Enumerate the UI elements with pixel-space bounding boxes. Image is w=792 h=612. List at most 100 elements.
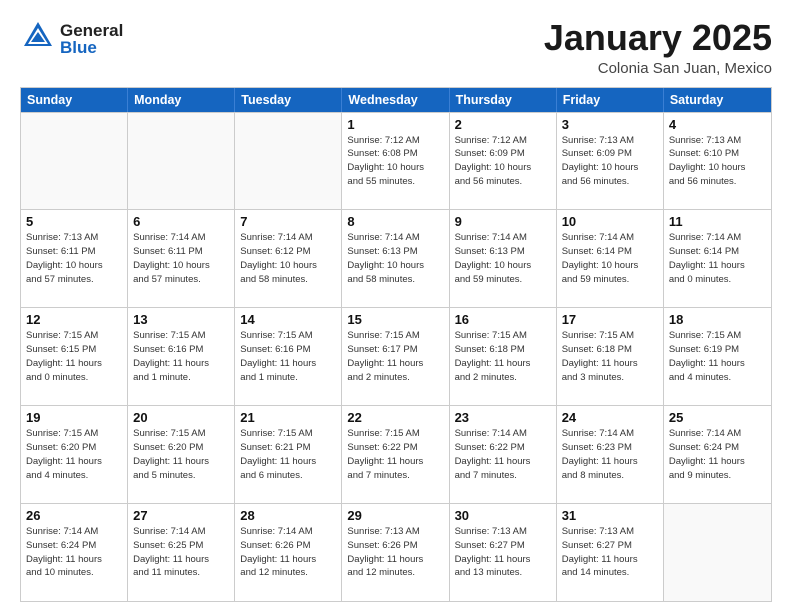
logo-icon (20, 18, 56, 59)
day-info: Sunrise: 7:15 AM Sunset: 6:18 PM Dayligh… (455, 329, 551, 384)
cal-cell: 16 Sunrise: 7:15 AM Sunset: 6:18 PM Dayli… (450, 308, 557, 405)
cal-cell: 11Sunrise: 7:14 AM Sunset: 6:14 PM Dayli… (664, 210, 771, 307)
day-number: 13 (133, 312, 229, 327)
day-info: Sunrise: 7:14 AM Sunset: 6:26 PM Dayligh… (240, 525, 336, 580)
day-number: 24 (562, 410, 658, 425)
cal-cell: 12Sunrise: 7:15 AM Sunset: 6:15 PM Dayli… (21, 308, 128, 405)
day-info: Sunrise: 7:14 AM Sunset: 6:22 PM Dayligh… (455, 427, 551, 482)
day-number: 19 (26, 410, 122, 425)
cal-week-3: 12Sunrise: 7:15 AM Sunset: 6:15 PM Dayli… (21, 307, 771, 405)
day-info: Sunrise: 7:15 AM Sunset: 6:16 PM Dayligh… (240, 329, 336, 384)
cal-cell: 21 Sunrise: 7:15 AM Sunset: 6:21 PM Dayli… (235, 406, 342, 503)
day-number: 3 (562, 117, 658, 132)
day-info: Sunrise: 7:15 AM Sunset: 6:16 PM Dayligh… (133, 329, 229, 384)
cal-cell: 14Sunrise: 7:15 AM Sunset: 6:16 PM Dayli… (235, 308, 342, 405)
day-info: Sunrise: 7:14 AM Sunset: 6:23 PM Dayligh… (562, 427, 658, 482)
cal-cell: 17 Sunrise: 7:15 AM Sunset: 6:18 PM Dayli… (557, 308, 664, 405)
cal-cell: 5 Sunrise: 7:13 AM Sunset: 6:11 PM Daylig… (21, 210, 128, 307)
day-number: 31 (562, 508, 658, 523)
cal-cell: 22 Sunrise: 7:15 AM Sunset: 6:22 PM Dayli… (342, 406, 449, 503)
cal-cell: 9Sunrise: 7:14 AM Sunset: 6:13 PM Daylig… (450, 210, 557, 307)
day-info: Sunrise: 7:12 AM Sunset: 6:09 PM Dayligh… (455, 134, 551, 189)
cal-cell: 31 Sunrise: 7:13 AM Sunset: 6:27 PM Dayli… (557, 504, 664, 601)
day-info: Sunrise: 7:13 AM Sunset: 6:26 PM Dayligh… (347, 525, 443, 580)
cal-cell (235, 113, 342, 210)
cal-cell: 30 Sunrise: 7:13 AM Sunset: 6:27 PM Dayli… (450, 504, 557, 601)
day-number: 22 (347, 410, 443, 425)
day-number: 25 (669, 410, 766, 425)
day-number: 2 (455, 117, 551, 132)
cal-cell: 24 Sunrise: 7:14 AM Sunset: 6:23 PM Dayli… (557, 406, 664, 503)
cal-cell: 15Sunrise: 7:15 AM Sunset: 6:17 PM Dayli… (342, 308, 449, 405)
logo-blue-text: Blue (60, 39, 123, 56)
cal-week-4: 19 Sunrise: 7:15 AM Sunset: 6:20 PM Dayli… (21, 405, 771, 503)
day-number: 17 (562, 312, 658, 327)
cal-cell: 2 Sunrise: 7:12 AM Sunset: 6:09 PM Daylig… (450, 113, 557, 210)
day-number: 8 (347, 214, 443, 229)
logo: General Blue (20, 18, 123, 59)
day-info: Sunrise: 7:15 AM Sunset: 6:18 PM Dayligh… (562, 329, 658, 384)
day-info: Sunrise: 7:13 AM Sunset: 6:27 PM Dayligh… (562, 525, 658, 580)
day-number: 4 (669, 117, 766, 132)
day-number: 26 (26, 508, 122, 523)
day-info: Sunrise: 7:15 AM Sunset: 6:21 PM Dayligh… (240, 427, 336, 482)
day-info: Sunrise: 7:13 AM Sunset: 6:27 PM Dayligh… (455, 525, 551, 580)
cal-cell: 27 Sunrise: 7:14 AM Sunset: 6:25 PM Dayli… (128, 504, 235, 601)
logo-texts: General Blue (60, 22, 123, 56)
cal-cell: 4 Sunrise: 7:13 AM Sunset: 6:10 PM Daylig… (664, 113, 771, 210)
cal-cell: 6Sunrise: 7:14 AM Sunset: 6:11 PM Daylig… (128, 210, 235, 307)
cal-cell: 26 Sunrise: 7:14 AM Sunset: 6:24 PM Dayli… (21, 504, 128, 601)
day-number: 16 (455, 312, 551, 327)
day-number: 21 (240, 410, 336, 425)
day-info: Sunrise: 7:14 AM Sunset: 6:14 PM Dayligh… (669, 231, 766, 286)
cal-header-tuesday: Tuesday (235, 88, 342, 112)
cal-header-monday: Monday (128, 88, 235, 112)
day-info: Sunrise: 7:15 AM Sunset: 6:15 PM Dayligh… (26, 329, 122, 384)
cal-cell: 1 Sunrise: 7:12 AM Sunset: 6:08 PM Daylig… (342, 113, 449, 210)
day-info: Sunrise: 7:13 AM Sunset: 6:11 PM Dayligh… (26, 231, 122, 286)
cal-cell: 3Sunrise: 7:13 AM Sunset: 6:09 PM Daylig… (557, 113, 664, 210)
cal-cell: 10Sunrise: 7:14 AM Sunset: 6:14 PM Dayli… (557, 210, 664, 307)
cal-header-wednesday: Wednesday (342, 88, 449, 112)
cal-week-5: 26 Sunrise: 7:14 AM Sunset: 6:24 PM Dayli… (21, 503, 771, 601)
cal-cell: 19 Sunrise: 7:15 AM Sunset: 6:20 PM Dayli… (21, 406, 128, 503)
main-title: January 2025 (544, 18, 772, 58)
cal-cell: 13 Sunrise: 7:15 AM Sunset: 6:16 PM Dayli… (128, 308, 235, 405)
day-number: 15 (347, 312, 443, 327)
day-info: Sunrise: 7:15 AM Sunset: 6:19 PM Dayligh… (669, 329, 766, 384)
cal-week-2: 5 Sunrise: 7:13 AM Sunset: 6:11 PM Daylig… (21, 209, 771, 307)
day-info: Sunrise: 7:14 AM Sunset: 6:12 PM Dayligh… (240, 231, 336, 286)
day-info: Sunrise: 7:14 AM Sunset: 6:13 PM Dayligh… (347, 231, 443, 286)
day-info: Sunrise: 7:14 AM Sunset: 6:24 PM Dayligh… (669, 427, 766, 482)
day-info: Sunrise: 7:14 AM Sunset: 6:24 PM Dayligh… (26, 525, 122, 580)
calendar-header-row: SundayMondayTuesdayWednesdayThursdayFrid… (21, 88, 771, 112)
cal-header-friday: Friday (557, 88, 664, 112)
page: General Blue January 2025 Colonia San Ju… (0, 0, 792, 612)
day-info: Sunrise: 7:14 AM Sunset: 6:25 PM Dayligh… (133, 525, 229, 580)
cal-cell: 29 Sunrise: 7:13 AM Sunset: 6:26 PM Dayli… (342, 504, 449, 601)
day-info: Sunrise: 7:13 AM Sunset: 6:10 PM Dayligh… (669, 134, 766, 189)
day-info: Sunrise: 7:14 AM Sunset: 6:13 PM Dayligh… (455, 231, 551, 286)
day-number: 27 (133, 508, 229, 523)
cal-cell: 20Sunrise: 7:15 AM Sunset: 6:20 PM Dayli… (128, 406, 235, 503)
day-number: 29 (347, 508, 443, 523)
day-number: 7 (240, 214, 336, 229)
day-number: 1 (347, 117, 443, 132)
cal-cell: 28 Sunrise: 7:14 AM Sunset: 6:26 PM Dayli… (235, 504, 342, 601)
cal-header-sunday: Sunday (21, 88, 128, 112)
logo-general-text: General (60, 22, 123, 39)
day-info: Sunrise: 7:15 AM Sunset: 6:20 PM Dayligh… (26, 427, 122, 482)
day-number: 5 (26, 214, 122, 229)
day-info: Sunrise: 7:15 AM Sunset: 6:20 PM Dayligh… (133, 427, 229, 482)
cal-week-1: 1 Sunrise: 7:12 AM Sunset: 6:08 PM Daylig… (21, 112, 771, 210)
day-info: Sunrise: 7:15 AM Sunset: 6:22 PM Dayligh… (347, 427, 443, 482)
day-number: 23 (455, 410, 551, 425)
day-number: 30 (455, 508, 551, 523)
cal-header-saturday: Saturday (664, 88, 771, 112)
cal-cell: 25 Sunrise: 7:14 AM Sunset: 6:24 PM Dayli… (664, 406, 771, 503)
calendar-body: 1 Sunrise: 7:12 AM Sunset: 6:08 PM Daylig… (21, 112, 771, 601)
cal-cell: 23 Sunrise: 7:14 AM Sunset: 6:22 PM Dayli… (450, 406, 557, 503)
day-number: 28 (240, 508, 336, 523)
subtitle: Colonia San Juan, Mexico (544, 60, 772, 77)
day-info: Sunrise: 7:12 AM Sunset: 6:08 PM Dayligh… (347, 134, 443, 189)
